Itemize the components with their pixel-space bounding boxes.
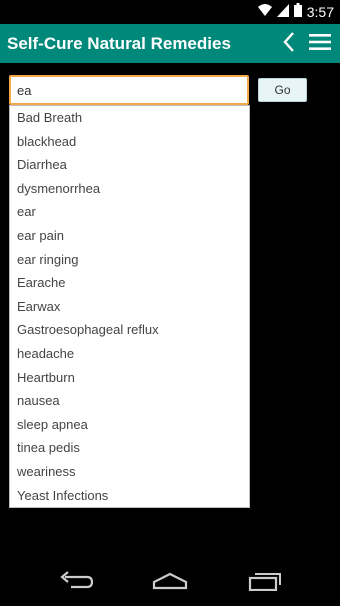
hamburger-menu-icon [309, 33, 331, 56]
suggestion-item[interactable]: ear pain [10, 224, 249, 248]
recent-apps-icon [248, 571, 282, 596]
suggestion-item[interactable]: headache [10, 342, 249, 366]
suggestion-item[interactable]: Earache [10, 271, 249, 295]
battery-icon [293, 2, 302, 22]
chevron-left-icon [282, 31, 296, 58]
suggestion-item[interactable]: sleep apnea [10, 413, 249, 437]
search-input[interactable] [9, 75, 249, 105]
suggestion-item[interactable]: Diarrhea [10, 153, 249, 177]
autocomplete-dropdown: Bad Breath blackhead Diarrhea dysmenorrhea e… [9, 105, 250, 508]
app-title: Self-Cure Natural Remedies [7, 34, 231, 53]
suggestion-item[interactable]: Yeast Infections [10, 484, 249, 508]
menu-button[interactable] [306, 31, 334, 57]
nav-back-button[interactable] [56, 570, 96, 596]
signal-icon [276, 3, 289, 22]
home-icon [152, 571, 188, 596]
go-button[interactable]: Go [258, 78, 307, 102]
navigation-bar [0, 559, 340, 606]
suggestion-item[interactable]: ear ringing [10, 248, 249, 272]
suggestion-item[interactable]: nausea [10, 389, 249, 413]
suggestion-item[interactable]: Gastroesophageal reflux [10, 318, 249, 342]
suggestion-item[interactable]: Bad Breath [10, 106, 249, 130]
status-time: 3:57 [306, 4, 334, 20]
suggestion-item[interactable]: ear [10, 200, 249, 224]
suggestion-item[interactable]: blackhead [10, 130, 249, 154]
suggestion-item[interactable]: weariness [10, 460, 249, 484]
suggestion-item[interactable]: Earwax [10, 295, 249, 319]
back-arrow-icon [59, 570, 94, 596]
nav-recents-button[interactable] [245, 571, 285, 595]
status-bar: 3:57 [0, 0, 340, 24]
wifi-icon [257, 3, 272, 22]
app-bar: Self-Cure Natural Remedies [0, 24, 340, 63]
suggestion-item[interactable]: dysmenorrhea [10, 177, 249, 201]
suggestion-item[interactable]: tinea pedis [10, 436, 249, 460]
suggestion-item[interactable]: Heartburn [10, 366, 249, 390]
nav-home-button[interactable] [150, 571, 190, 595]
back-button[interactable] [276, 31, 302, 57]
status-icons: 3:57 [257, 2, 334, 22]
main-content: Go Bad BreathblackheadDiarrheadysmenorrh… [0, 63, 340, 559]
